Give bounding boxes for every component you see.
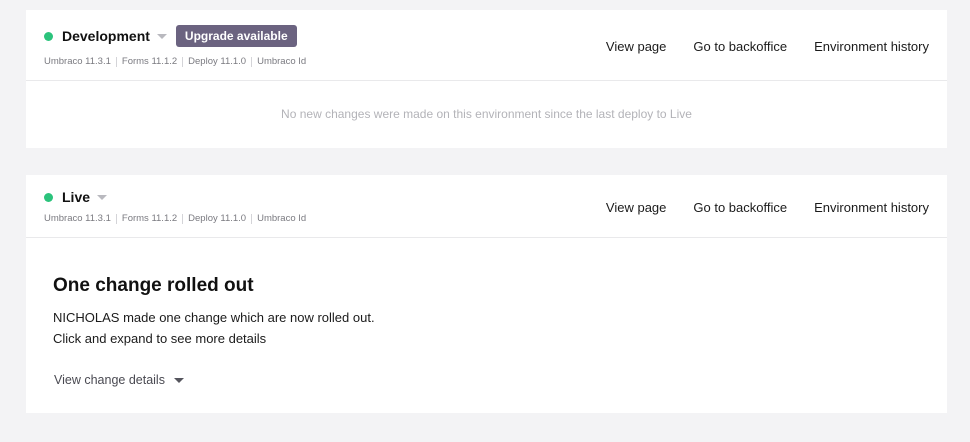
divider	[182, 213, 184, 224]
version-umbraco: Umbraco 11.3.1	[44, 213, 111, 224]
version-list: Umbraco 11.3.1 Forms 11.1.2 Deploy 11.1.…	[44, 213, 306, 224]
divider	[115, 56, 117, 67]
environment-title-row: Live	[44, 186, 108, 208]
rollout-summary: One change rolled out NICHOLAS made one …	[53, 275, 375, 349]
environment-header: Live Umbraco 11.3.1 Forms 11.1.2 Deploy …	[26, 175, 947, 238]
divider	[251, 56, 253, 67]
environment-links: View page Go to backoffice Environment h…	[579, 39, 929, 54]
version-deploy: Deploy 11.1.0	[188, 213, 247, 224]
divider	[251, 213, 253, 224]
rollout-description: NICHOLAS made one change which are now r…	[53, 310, 375, 325]
rollout-title: One change rolled out	[53, 275, 254, 296]
chevron-down-icon[interactable]	[156, 34, 167, 39]
status-dot-icon	[44, 31, 53, 41]
environment-card-live: Live Umbraco 11.3.1 Forms 11.1.2 Deploy …	[26, 175, 947, 413]
environment-history-link[interactable]: Environment history	[814, 200, 929, 215]
version-umbraco: Umbraco 11.3.1	[44, 56, 111, 67]
view-page-link[interactable]: View page	[606, 200, 666, 215]
backoffice-link[interactable]: Go to backoffice	[693, 39, 787, 54]
view-change-details-label: View change details	[54, 373, 165, 387]
version-list: Umbraco 11.3.1 Forms 11.1.2 Deploy 11.1.…	[44, 56, 306, 67]
version-umbraco-id: Umbraco Id	[257, 56, 307, 67]
view-change-details-button[interactable]: View change details	[54, 373, 184, 387]
view-page-link[interactable]: View page	[606, 39, 666, 54]
version-forms: Forms 11.1.2	[121, 56, 178, 67]
chevron-down-icon	[173, 378, 184, 383]
status-dot-icon	[44, 192, 53, 202]
environment-header: Development Upgrade available Umbraco 11…	[26, 10, 947, 81]
upgrade-badge[interactable]: Upgrade available	[175, 25, 297, 47]
environment-title-row: Development Upgrade available	[44, 25, 297, 47]
divider	[182, 56, 184, 67]
divider	[115, 213, 117, 224]
environment-history-link[interactable]: Environment history	[814, 39, 929, 54]
backoffice-link[interactable]: Go to backoffice	[693, 200, 787, 215]
version-forms: Forms 11.1.2	[121, 213, 178, 224]
no-changes-message: No new changes were made on this environ…	[281, 107, 692, 121]
environment-name[interactable]: Development	[62, 28, 150, 44]
chevron-down-icon[interactable]	[97, 195, 108, 200]
environment-name[interactable]: Live	[62, 189, 90, 205]
version-deploy: Deploy 11.1.0	[188, 56, 247, 67]
version-umbraco-id: Umbraco Id	[257, 213, 307, 224]
environment-card-development: Development Upgrade available Umbraco 11…	[26, 10, 947, 148]
rollout-hint: Click and expand to see more details	[53, 331, 267, 346]
environment-links: View page Go to backoffice Environment h…	[579, 200, 929, 215]
